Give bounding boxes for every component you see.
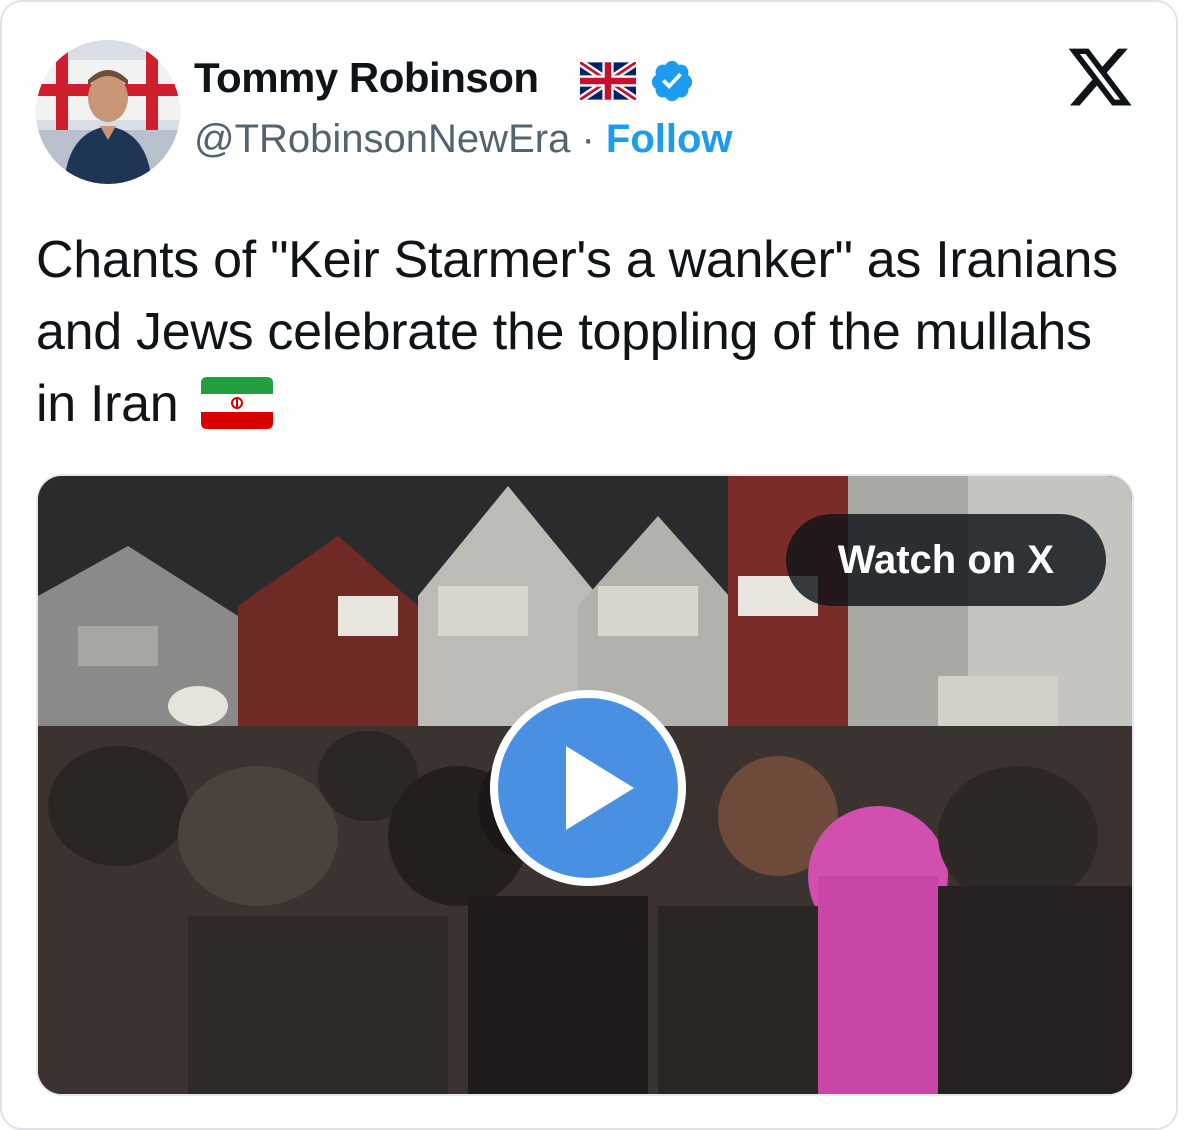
- tweet-card: Tommy Robinson @TRobinsonNewEra · Follow…: [0, 0, 1178, 1130]
- tweet-body: Chants of "Keir Starmer's a wanker" as I…: [36, 231, 1118, 433]
- x-logo-icon[interactable]: [1062, 42, 1138, 112]
- author-handle[interactable]: @TRobinsonNewEra: [194, 117, 570, 161]
- author-avatar[interactable]: [36, 40, 180, 184]
- iran-flag-icon: [200, 377, 273, 430]
- watch-on-x-button[interactable]: Watch on X: [785, 514, 1106, 606]
- uk-flag-icon: [580, 62, 636, 100]
- verified-badge-icon: [651, 60, 693, 102]
- author-name[interactable]: Tommy Robinson: [194, 54, 539, 102]
- play-icon[interactable]: [486, 686, 690, 890]
- follow-button[interactable]: Follow: [606, 117, 733, 161]
- handle-separator: ·: [581, 117, 595, 161]
- video-player[interactable]: Watch on X: [36, 474, 1134, 1096]
- handle-line: @TRobinsonNewEra · Follow: [194, 117, 733, 162]
- tweet-text: Chants of "Keir Starmer's a wanker" as I…: [36, 224, 1136, 440]
